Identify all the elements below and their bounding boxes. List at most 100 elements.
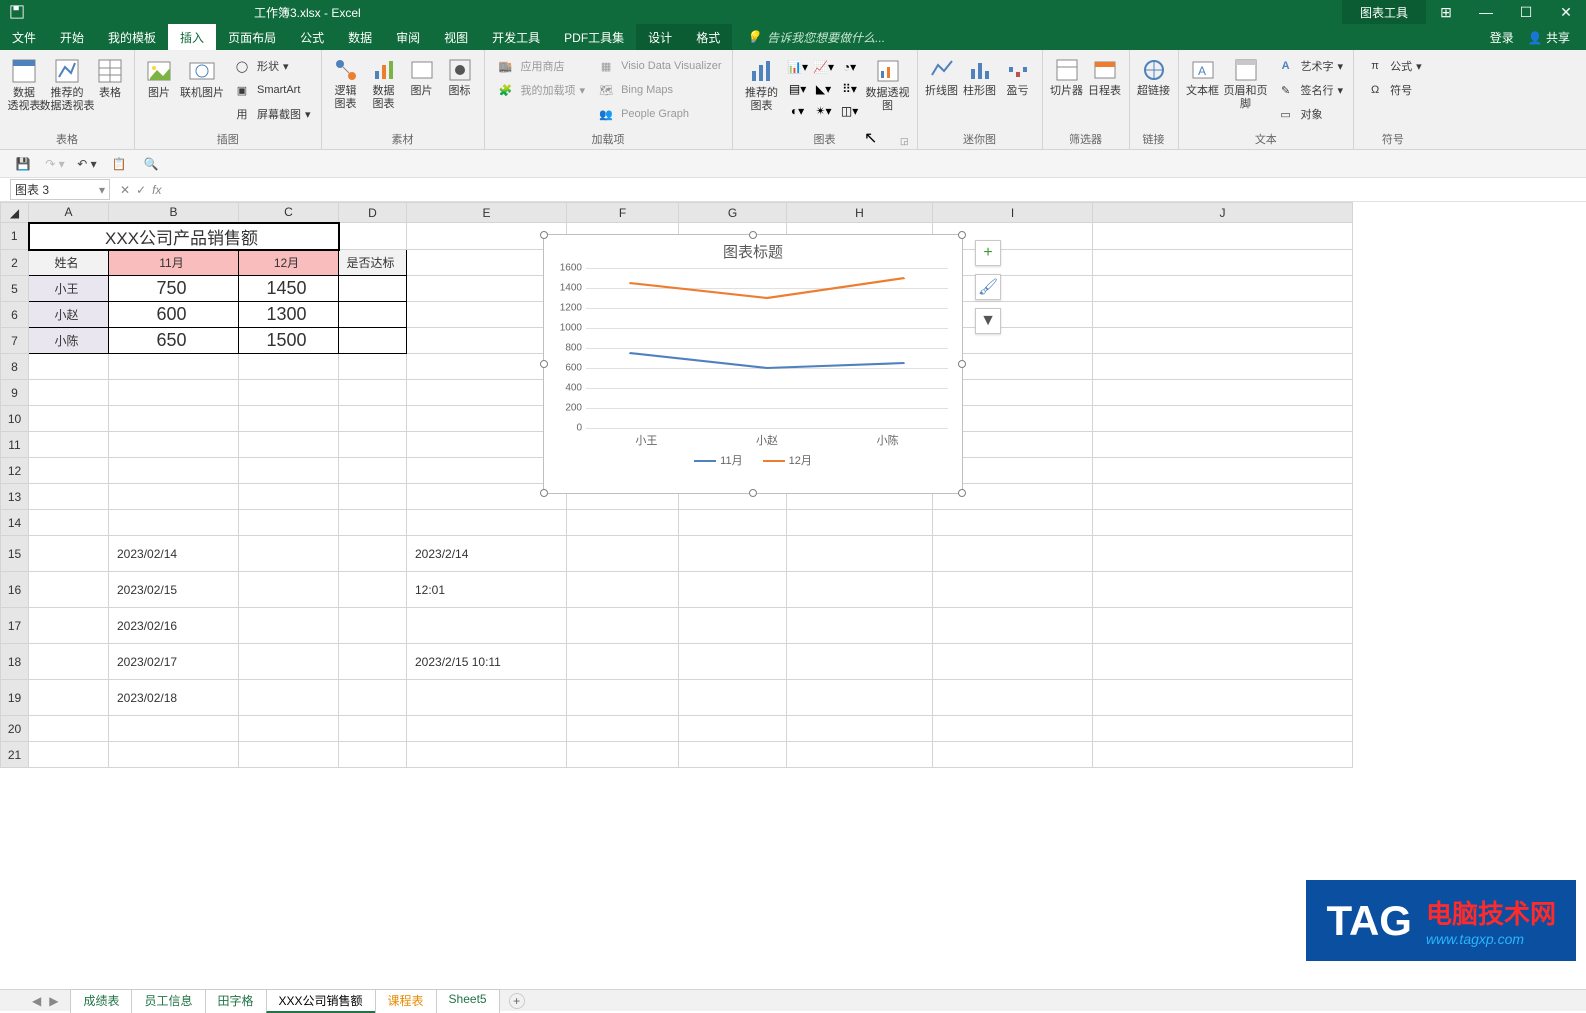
slicer-button[interactable]: 切片器 (1049, 53, 1085, 98)
preview-qat-icon[interactable]: 🔍 (140, 153, 162, 175)
share-button[interactable]: 👤 共享 (1528, 29, 1570, 46)
row-header[interactable]: 7 (1, 328, 29, 354)
area-chart-icon[interactable]: ◣▾ (813, 79, 835, 99)
row-header[interactable]: 16 (1, 572, 29, 608)
sparkline-column-button[interactable]: 柱形图 (962, 53, 998, 98)
tell-me-search[interactable]: 💡告诉我您想要做什么... (746, 29, 885, 46)
add-sheet-button[interactable]: + (509, 993, 525, 1009)
scatter-chart-icon[interactable]: ⠿▾ (839, 79, 861, 99)
row-header[interactable]: 13 (1, 484, 29, 510)
col-header[interactable]: E (407, 203, 567, 223)
minimize-button[interactable]: — (1466, 0, 1506, 24)
pivottable-button[interactable]: 数据 透视表 (6, 53, 42, 113)
row-header[interactable]: 6 (1, 302, 29, 328)
surface-chart-icon[interactable]: ◐▾ (787, 101, 809, 121)
tab-developer[interactable]: 开发工具 (480, 24, 552, 50)
col-header[interactable]: A (29, 203, 109, 223)
col-header[interactable]: F (567, 203, 679, 223)
row-header[interactable]: 14 (1, 510, 29, 536)
sheet-tab[interactable]: Sheet5 (436, 989, 500, 1013)
row-header[interactable]: 17 (1, 608, 29, 644)
tab-formulas[interactable]: 公式 (288, 24, 336, 50)
col-header[interactable]: J (1093, 203, 1353, 223)
tab-pdf[interactable]: PDF工具集 (552, 24, 636, 50)
online-picture-button[interactable]: 联机图片 (179, 53, 225, 100)
ribbon-display-icon[interactable]: ⊞ (1426, 0, 1466, 24)
tab-data[interactable]: 数据 (336, 24, 384, 50)
sheet-nav-next[interactable]: ▶ (49, 994, 58, 1008)
sheet-tab[interactable]: 员工信息 (131, 989, 205, 1013)
maximize-button[interactable]: ☐ (1506, 0, 1546, 24)
sheet-tab[interactable]: 成绩表 (70, 989, 132, 1013)
recommended-pivot-button[interactable]: 推荐的 数据透视表 (44, 53, 90, 113)
col-header[interactable]: G (679, 203, 787, 223)
row-header[interactable]: 21 (1, 742, 29, 768)
row-header[interactable]: 15 (1, 536, 29, 572)
pie-chart-icon[interactable]: ◔▾ (839, 57, 861, 77)
bar-chart-icon[interactable]: ▤▾ (787, 79, 809, 99)
save-qat-icon[interactable]: 💾 (12, 153, 34, 175)
data-chart-button[interactable]: 数据 图表 (366, 53, 402, 111)
cancel-formula-icon[interactable]: ✕ (120, 183, 130, 197)
column-chart-icon[interactable]: 📊▾ (787, 57, 809, 77)
fx-icon[interactable]: fx (152, 183, 161, 197)
row-header[interactable]: 10 (1, 406, 29, 432)
enter-formula-icon[interactable]: ✓ (136, 183, 146, 197)
col-header[interactable]: B (109, 203, 239, 223)
tab-templates[interactable]: 我的模板 (96, 24, 168, 50)
chart-styles-button[interactable]: 🖌 (975, 274, 1001, 300)
equation-button[interactable]: π公式 ▾ (1360, 55, 1426, 77)
icon-button[interactable]: 图标 (442, 53, 478, 98)
signature-button[interactable]: ✎签名行 ▾ (1271, 79, 1348, 101)
tab-chart-format[interactable]: 格式 (684, 24, 732, 50)
table-button[interactable]: 表格 (92, 53, 128, 100)
tab-view[interactable]: 视图 (432, 24, 480, 50)
timeline-button[interactable]: 日程表 (1087, 53, 1123, 98)
login-link[interactable]: 登录 (1490, 29, 1514, 46)
row-header[interactable]: 19 (1, 680, 29, 716)
tab-insert[interactable]: 插入 (168, 24, 216, 50)
chart-plot-area[interactable]: 02004006008001000120014001600 (586, 268, 948, 428)
line-chart-icon[interactable]: 📈▾ (813, 57, 835, 77)
image-asset-button[interactable]: 图片 (404, 53, 440, 98)
close-button[interactable]: ✕ (1546, 0, 1586, 24)
row-header[interactable]: 9 (1, 380, 29, 406)
undo-qat-icon[interactable]: ↶ ▾ (76, 153, 98, 175)
save-icon[interactable] (10, 5, 24, 19)
chart-legend[interactable]: 11月12月 (544, 452, 962, 468)
row-header[interactable]: 11 (1, 432, 29, 458)
col-header[interactable]: C (239, 203, 339, 223)
sparkline-line-button[interactable]: 折线图 (924, 53, 960, 98)
row-header[interactable]: 20 (1, 716, 29, 742)
sheet-tab[interactable]: 课程表 (375, 989, 437, 1013)
col-header[interactable]: D (339, 203, 407, 223)
row-header[interactable]: 2 (1, 250, 29, 276)
tab-file[interactable]: 文件 (0, 24, 48, 50)
picture-button[interactable]: 图片 (141, 53, 177, 100)
row-header[interactable]: 5 (1, 276, 29, 302)
row-header[interactable]: 12 (1, 458, 29, 484)
my-addins-button[interactable]: 🧩我的加载项 ▾ (491, 79, 590, 101)
dialog-launcher-icon[interactable]: ◲ (900, 136, 909, 147)
wordart-button[interactable]: A艺术字 ▾ (1271, 55, 1348, 77)
redo-qat-icon[interactable]: ↷ ▾ (44, 153, 66, 175)
row-header[interactable]: 8 (1, 354, 29, 380)
paste-qat-icon[interactable]: 📋 (108, 153, 130, 175)
worksheet-area[interactable]: ◢ A B C D E F G H I J 1XXX公司产品销售额2姓名11月1… (0, 202, 1586, 989)
chart-elements-button[interactable]: + (975, 240, 1001, 266)
col-header[interactable]: I (933, 203, 1093, 223)
object-button[interactable]: ▭对象 (1271, 103, 1348, 125)
pivotchart-button[interactable]: 数据透视图 (865, 53, 911, 113)
tab-review[interactable]: 审阅 (384, 24, 432, 50)
embedded-chart[interactable]: 图表标题 02004006008001000120014001600 小王小赵小… (543, 234, 963, 494)
hyperlink-button[interactable]: 超链接 (1136, 53, 1172, 98)
table-title[interactable]: XXX公司产品销售额 (29, 223, 339, 250)
header-footer-button[interactable]: 页眉和页脚 (1223, 53, 1269, 111)
symbol-button[interactable]: Ω符号 (1360, 79, 1426, 101)
screenshot-button[interactable]: ⽤屏幕截图 ▾ (227, 103, 315, 125)
sparkline-winloss-button[interactable]: 盈亏 (1000, 53, 1036, 98)
recommended-charts-button[interactable]: 推荐的 图表 (739, 53, 785, 113)
sheet-nav-prev[interactable]: ◀ (32, 994, 41, 1008)
tab-layout[interactable]: 页面布局 (216, 24, 288, 50)
tab-chart-design[interactable]: 设计 (636, 24, 684, 50)
